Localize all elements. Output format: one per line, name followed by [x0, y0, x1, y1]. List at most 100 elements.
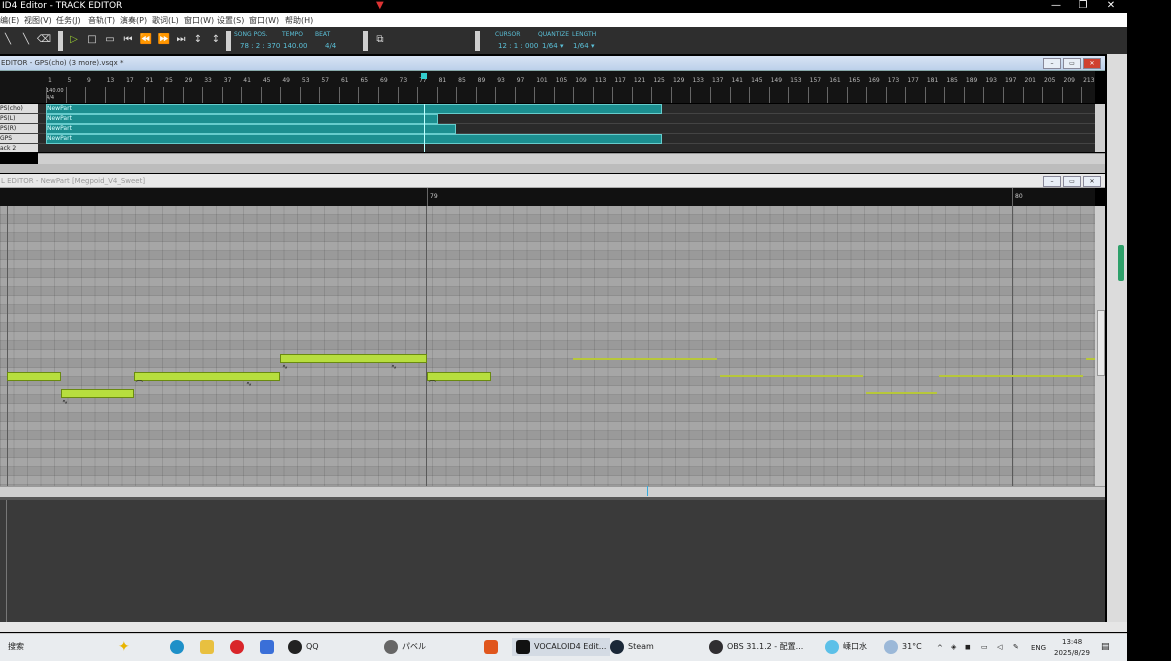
brave-icon[interactable] [484, 638, 502, 656]
clock-time[interactable]: 13:48 [1062, 638, 1082, 646]
ruler-number: 125 [653, 77, 665, 84]
play-icon[interactable]: ▷ [66, 33, 82, 47]
search-box[interactable]: 搜索 [8, 638, 24, 656]
tray-pen-icon[interactable]: ✎ [1013, 643, 1019, 651]
edge-icon[interactable] [170, 638, 188, 656]
piano-restore-button[interactable]: ▭ [1063, 176, 1081, 187]
go-end-icon[interactable]: ⏭ [173, 33, 189, 47]
track-name[interactable]: GPS [0, 134, 38, 143]
menu-window-1[interactable]: 窗口(W) [184, 15, 214, 26]
menu-track[interactable]: 音轨(T) [88, 15, 115, 26]
taskbar-app-steam[interactable]: Steam [610, 638, 654, 656]
snapshot-icon[interactable]: ⧉ [372, 33, 388, 47]
taskbar-app-obs[interactable]: OBS 31.1.2 - 配置... [709, 638, 803, 656]
clock-date[interactable]: 2025/8/29 [1054, 649, 1090, 657]
taskbar-app-qq[interactable]: QQ [288, 638, 319, 656]
tray-volume-icon[interactable]: ◁ [997, 643, 1002, 651]
ruler-number: 45 [262, 77, 271, 84]
outer-scroll-thumb[interactable] [1118, 245, 1124, 281]
tray-shield-icon[interactable]: ◈ [951, 643, 956, 651]
ruler-number: 37 [223, 77, 232, 84]
track-row[interactable]: GPS NewPart [0, 134, 1095, 144]
tray-chevron-icon[interactable]: ^ [937, 644, 943, 652]
line-tool-icon[interactable]: ╲ [18, 33, 34, 47]
piano-roll-grid[interactable]: ∿ ⌒ ∿ ∿ ∿ ⌒ [0, 206, 1095, 486]
netease-icon[interactable] [230, 638, 248, 656]
taskbar-app-pavel[interactable]: パベル [384, 638, 426, 656]
pencil-tool-icon[interactable]: ╲ [0, 33, 16, 47]
notification-icon[interactable]: ▤ [1101, 642, 1110, 652]
piano-horizontal-scrollbar[interactable] [0, 486, 1105, 497]
piano-vertical-thumb[interactable] [1097, 310, 1105, 376]
rewind-icon[interactable]: ⏪ [138, 33, 154, 47]
ruler-tick [592, 87, 594, 103]
temperature-widget[interactable]: 31°C [884, 638, 922, 656]
menu-edit[interactable]: 编(E) [0, 15, 19, 26]
piano-minimize-button[interactable]: – [1043, 176, 1061, 187]
part-block[interactable]: NewPart [46, 124, 456, 134]
track-row[interactable]: ack 2 [0, 144, 1095, 152]
marker-icon[interactable]: ↕ [190, 33, 206, 47]
menu-play[interactable]: 演奏(P) [120, 15, 147, 26]
note[interactable] [427, 372, 491, 381]
tray-display-icon[interactable]: ▭ [981, 643, 988, 651]
eraser-tool-icon[interactable]: ⌫ [36, 33, 52, 47]
track-row[interactable]: PS(L) NewPart [0, 114, 1095, 124]
ruler-tick [299, 87, 301, 103]
go-start-icon[interactable]: ⏮ [120, 33, 136, 47]
taskbar-app-vocaloid[interactable]: VOCALOID4 Edit... [512, 638, 611, 656]
piano-ruler[interactable]: 79 80 [0, 188, 1095, 206]
track-name[interactable]: ack 2 [0, 144, 38, 152]
note[interactable] [61, 389, 134, 398]
ruler-tick [963, 87, 965, 103]
menu-view[interactable]: 视图(V) [24, 15, 52, 26]
track-restore-button[interactable]: ▭ [1063, 58, 1081, 69]
note[interactable] [280, 354, 427, 363]
loop-icon[interactable]: ▭ [102, 33, 118, 47]
menu-lyrics[interactable]: 歌词(L) [152, 15, 179, 26]
tray-network-icon[interactable]: ◼ [965, 643, 971, 651]
track-vertical-scrollbar[interactable] [1095, 104, 1105, 152]
stop-icon[interactable]: □ [84, 33, 100, 47]
track-close-button[interactable]: ✕ [1083, 58, 1101, 69]
piano-close-button[interactable]: ✕ [1083, 176, 1101, 187]
length-dropdown[interactable]: 1/64 ▾ [573, 42, 594, 50]
ruler-number: 157 [809, 77, 822, 84]
feishu-icon[interactable] [260, 638, 278, 656]
cursor-label: CURSOR [495, 31, 521, 38]
quantize-dropdown[interactable]: 1/64 ▾ [542, 42, 563, 50]
note[interactable] [7, 372, 61, 381]
menu-settings[interactable]: 设置(S) [217, 15, 244, 26]
menu-window-2[interactable]: 窗口(W) [249, 15, 279, 26]
track-name[interactable]: PS(L) [0, 114, 38, 123]
note[interactable] [134, 372, 280, 381]
track-horizontal-scrollbar[interactable] [38, 153, 1105, 164]
control-track-pane[interactable] [0, 497, 1105, 623]
track-ruler[interactable]: 140.00 4/4 1 5 9 13 17 21 25 29 33 37 41 45 49 53 57 61… [0, 71, 1095, 103]
folder-icon[interactable] [200, 638, 218, 656]
track-name[interactable]: PS(cho) [0, 104, 38, 113]
maximize-button[interactable]: ❐ [1073, 0, 1093, 11]
menu-help[interactable]: 帮助(H) [285, 15, 313, 26]
track-name[interactable]: PS(R) [0, 124, 38, 133]
pane-divider [6, 500, 7, 623]
track-row[interactable]: PS(R) NewPart [0, 124, 1095, 134]
weather-widget[interactable]: 嵊口水 [825, 638, 867, 656]
menu-job[interactable]: 任务(J) [56, 15, 81, 26]
toolbar-grip [363, 31, 368, 51]
splitter[interactable] [0, 164, 1105, 173]
sparkle-icon[interactable]: ✦ [118, 638, 130, 656]
track-row[interactable]: PS(cho) NewPart [0, 104, 1095, 114]
menu-bar: 编(E) 视图(V) 任务(J) 音轨(T) 演奏(P) 歌词(L) 窗口(W)… [0, 13, 1127, 28]
part-block[interactable]: NewPart [46, 104, 662, 114]
metronome-icon[interactable]: ↕ [208, 33, 224, 47]
main-toolbar: ╲ ╲ ⌫ ▷ □ ▭ ⏮ ⏪ ⏩ ⏭ ↕ ↕ SONG POS. 78 : 2… [0, 27, 1127, 54]
language-indicator[interactable]: ENG [1031, 644, 1046, 652]
part-block[interactable]: NewPart [46, 134, 662, 144]
track-minimize-button[interactable]: – [1043, 58, 1061, 69]
fast-forward-icon[interactable]: ⏩ [156, 33, 172, 47]
part-block[interactable]: NewPart [46, 114, 438, 124]
close-button[interactable]: ✕ [1101, 0, 1121, 11]
playhead-marker[interactable] [421, 73, 427, 79]
minimize-button[interactable]: — [1046, 0, 1066, 11]
